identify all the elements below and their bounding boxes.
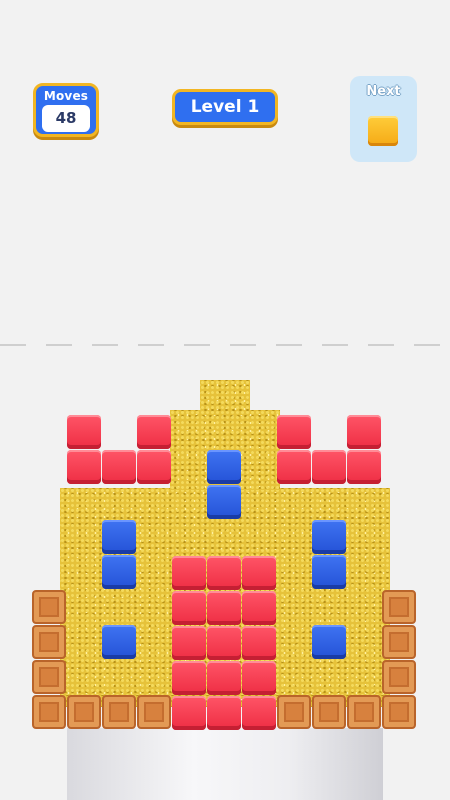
red-gate-block	[242, 661, 276, 695]
red-gate-block	[172, 626, 206, 660]
red-gate-block	[207, 556, 241, 590]
level-badge: Level 1	[172, 89, 278, 125]
red-gate-block	[207, 626, 241, 660]
red-block	[67, 415, 101, 449]
red-block	[137, 415, 171, 449]
red-gate-block	[172, 591, 206, 625]
wooden-crate	[32, 660, 66, 694]
red-gate-block	[242, 626, 276, 660]
red-block	[277, 415, 311, 449]
moves-label: Moves	[43, 89, 89, 103]
wooden-crate	[382, 590, 416, 624]
next-label: Next	[366, 84, 401, 99]
blue-block	[312, 520, 346, 554]
red-gate-block	[242, 591, 276, 625]
next-block-yellow	[368, 116, 398, 146]
blue-block	[312, 555, 346, 589]
wooden-crate	[382, 625, 416, 659]
red-block	[137, 450, 171, 484]
wooden-crate	[312, 695, 346, 729]
blue-block	[102, 555, 136, 589]
red-block	[347, 415, 381, 449]
wooden-crate	[102, 695, 136, 729]
blue-block	[102, 520, 136, 554]
moves-counter: Moves 48	[33, 83, 99, 137]
red-gate-block	[207, 661, 241, 695]
wooden-crate	[137, 695, 171, 729]
blue-block	[207, 485, 241, 519]
red-gate-block	[172, 556, 206, 590]
wooden-crate	[382, 660, 416, 694]
red-block	[67, 450, 101, 484]
blue-block	[102, 625, 136, 659]
red-block	[102, 450, 136, 484]
blue-block	[312, 625, 346, 659]
red-gate-block	[172, 696, 206, 730]
red-block	[312, 450, 346, 484]
wooden-crate	[382, 695, 416, 729]
red-gate-block	[172, 661, 206, 695]
red-block	[277, 450, 311, 484]
red-gate-block	[242, 556, 276, 590]
red-block	[347, 450, 381, 484]
red-gate-block	[207, 591, 241, 625]
wooden-crate	[32, 625, 66, 659]
moves-value: 48	[42, 105, 90, 132]
wooden-crate	[32, 695, 66, 729]
wooden-crate	[67, 695, 101, 729]
blue-block	[207, 450, 241, 484]
next-block-panel: Next	[350, 76, 417, 162]
wooden-crate	[32, 590, 66, 624]
red-gate-block	[207, 696, 241, 730]
sand-pile	[200, 380, 250, 415]
red-gate-block	[242, 696, 276, 730]
wooden-crate	[277, 695, 311, 729]
wooden-crate	[347, 695, 381, 729]
